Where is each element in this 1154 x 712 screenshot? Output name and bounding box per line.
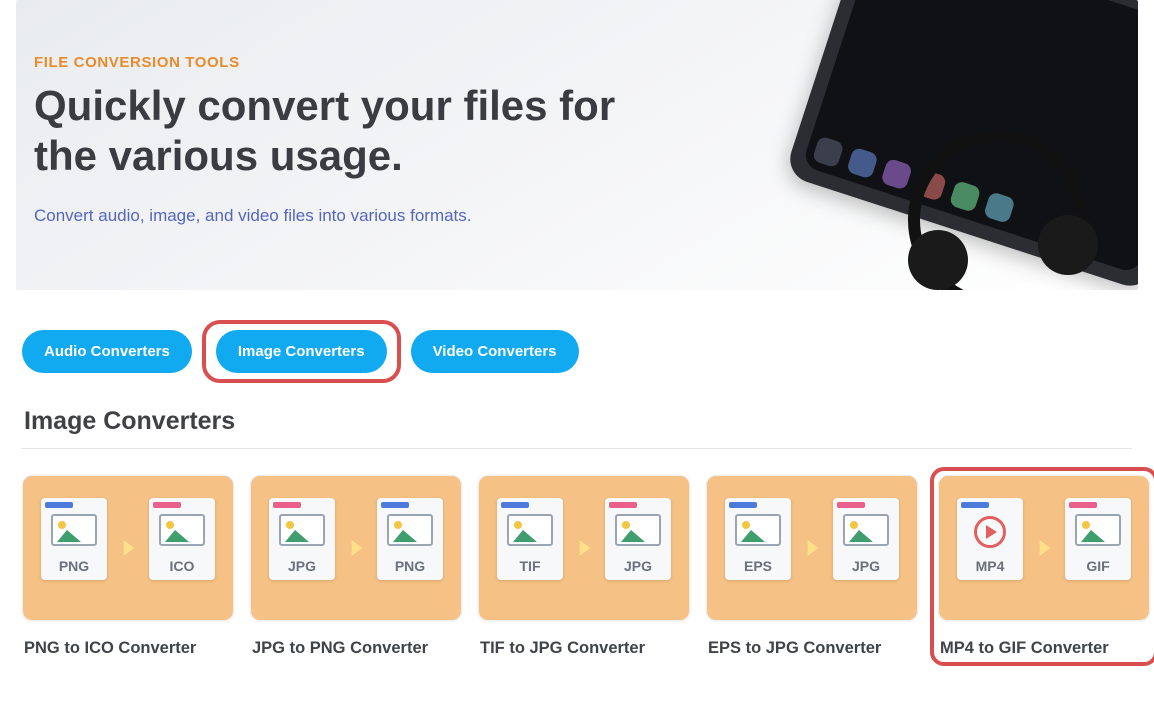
file-from-ext: PNG: [41, 558, 107, 574]
play-icon: [974, 516, 1006, 548]
arrow-right-icon: [799, 535, 825, 561]
card-png-to-ico[interactable]: PNG ICO PNG to ICO Converter: [22, 475, 234, 658]
divider: [22, 448, 1132, 449]
hero-subtitle: Convert audio, image, and video files in…: [34, 206, 654, 226]
card-jpg-to-png[interactable]: JPG PNG JPG to PNG Converter: [250, 475, 462, 658]
arrow-right-icon: [115, 535, 141, 561]
card-thumb: MP4 GIF: [938, 475, 1150, 621]
tab-image-wrapper: Image Converters: [202, 320, 401, 383]
arrow-right-icon: [1031, 535, 1057, 561]
card-title: MP4 to GIF Converter: [938, 639, 1150, 658]
card-tif-to-jpg-wrap: TIF JPG TIF to JPG Converter: [478, 475, 690, 662]
card-title: JPG to PNG Converter: [250, 639, 462, 658]
file-to-icon: GIF: [1065, 498, 1131, 580]
tab-video-converters[interactable]: Video Converters: [411, 330, 579, 373]
hero-headphones-image: [908, 130, 1108, 290]
file-from-ext: TIF: [497, 558, 563, 574]
file-to-ext: PNG: [377, 558, 443, 574]
card-jpg-to-png-wrap: JPG PNG JPG to PNG Converter: [250, 475, 462, 662]
file-to-icon: JPG: [605, 498, 671, 580]
tab-audio-converters[interactable]: Audio Converters: [22, 330, 192, 373]
arrow-right-icon: [343, 535, 369, 561]
hero-banner: FILE CONVERSION TOOLS Quickly convert yo…: [16, 0, 1138, 290]
file-to-ext: JPG: [833, 558, 899, 574]
card-thumb: PNG ICO: [22, 475, 234, 621]
file-from-ext: JPG: [269, 558, 335, 574]
tab-audio-wrapper: Audio Converters: [22, 330, 192, 373]
card-eps-to-jpg[interactable]: EPS JPG EPS to JPG Converter: [706, 475, 918, 658]
tab-image-converters[interactable]: Image Converters: [216, 330, 387, 373]
file-to-ext: ICO: [149, 558, 215, 574]
file-to-icon: PNG: [377, 498, 443, 580]
card-eps-to-jpg-wrap: EPS JPG EPS to JPG Converter: [706, 475, 918, 662]
card-png-to-ico-wrap: PNG ICO PNG to ICO Converter: [22, 475, 234, 662]
card-thumb: TIF JPG: [478, 475, 690, 621]
converter-card-list: PNG ICO PNG to ICO Converter: [18, 475, 1136, 662]
arrow-right-icon: [571, 535, 597, 561]
file-to-icon: JPG: [833, 498, 899, 580]
card-thumb: EPS JPG: [706, 475, 918, 621]
file-from-icon: EPS: [725, 498, 791, 580]
card-mp4-to-gif[interactable]: MP4 GIF MP4 to GIF Converter: [938, 475, 1150, 658]
hero-title: Quickly convert your files for the vario…: [34, 81, 654, 180]
file-to-ext: JPG: [605, 558, 671, 574]
file-from-icon: PNG: [41, 498, 107, 580]
tab-video-wrapper: Video Converters: [411, 330, 579, 373]
file-from-ext: MP4: [957, 558, 1023, 574]
card-tif-to-jpg[interactable]: TIF JPG TIF to JPG Converter: [478, 475, 690, 658]
file-from-ext: EPS: [725, 558, 791, 574]
section-title: Image Converters: [24, 407, 1130, 436]
card-title: TIF to JPG Converter: [478, 639, 690, 658]
hero-eyebrow: FILE CONVERSION TOOLS: [34, 54, 654, 71]
category-tabs: Audio Converters Image Converters Video …: [0, 290, 1154, 373]
card-title: PNG to ICO Converter: [22, 639, 234, 658]
file-from-icon: JPG: [269, 498, 335, 580]
file-to-icon: ICO: [149, 498, 215, 580]
card-thumb: JPG PNG: [250, 475, 462, 621]
file-from-icon: MP4: [957, 498, 1023, 580]
card-mp4-to-gif-wrap: MP4 GIF MP4 to GIF Converter: [930, 467, 1154, 666]
file-from-icon: TIF: [497, 498, 563, 580]
file-to-ext: GIF: [1065, 558, 1131, 574]
card-title: EPS to JPG Converter: [706, 639, 918, 658]
